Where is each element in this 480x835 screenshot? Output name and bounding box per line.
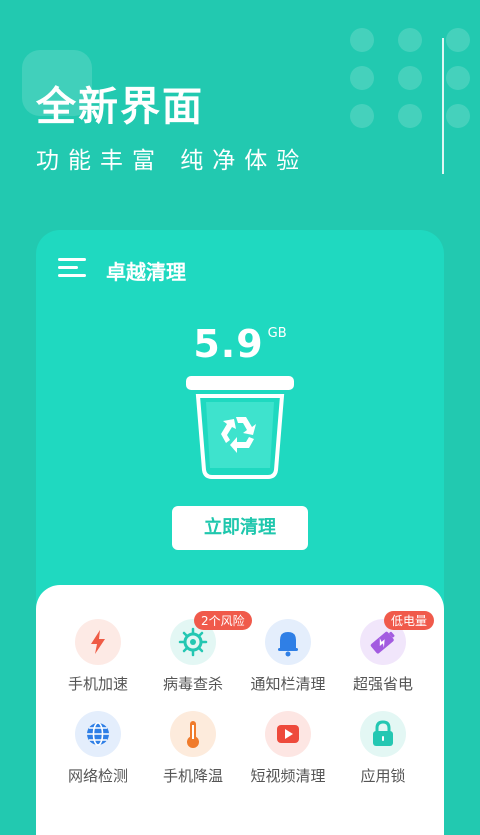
trash-can-icon (184, 374, 296, 480)
tools-panel: 手机加速 2个风险 病毒查杀 通知栏清理 低电量 超强省电 网络检测 手机降温 … (36, 585, 444, 835)
junk-size-value: 5.9 (193, 322, 264, 366)
lightning-icon (75, 619, 121, 665)
tool-label: 网络检测 (67, 767, 128, 785)
battery-icon: 低电量 (360, 611, 435, 665)
subheadline: 功能丰富 纯净体验 (36, 148, 309, 174)
app-preview-card: 卓越清理 5.9 GB 立即清理 手机加速 2个风险 病毒查杀 通知栏清理 低电… (36, 230, 444, 835)
thermometer-icon (170, 711, 216, 757)
play-icon (265, 711, 311, 757)
menu-icon[interactable] (58, 258, 88, 278)
tool-virus-scan[interactable]: 2个风险 病毒查杀 (143, 611, 252, 694)
decorative-line (442, 38, 444, 174)
tool-notification-clean[interactable]: 通知栏清理 (238, 619, 338, 694)
tool-label: 超强省电 (352, 675, 413, 693)
tool-label: 通知栏清理 (250, 675, 326, 693)
junk-size-display: 5.9 GB (36, 322, 444, 366)
tool-label: 病毒查杀 (162, 675, 223, 693)
tool-phone-cooling[interactable]: 手机降温 (143, 711, 243, 786)
tool-short-video-clean[interactable]: 短视频清理 (238, 711, 338, 786)
tool-network-check[interactable]: 网络检测 (48, 711, 148, 786)
tool-phone-boost[interactable]: 手机加速 (48, 619, 148, 694)
junk-size-unit: GB (267, 326, 287, 341)
bell-icon (265, 619, 311, 665)
clean-now-button[interactable]: 立即清理 (172, 506, 308, 550)
app-title: 卓越清理 (106, 260, 186, 284)
decorative-dots (350, 28, 480, 138)
low-battery-badge: 低电量 (384, 611, 435, 630)
lock-icon (360, 711, 406, 757)
tool-app-lock[interactable]: 应用锁 (333, 711, 433, 786)
tool-label: 手机加速 (67, 675, 128, 693)
headline: 全新界面 (36, 84, 204, 130)
virus-icon: 2个风险 (170, 611, 252, 665)
tool-power-saving[interactable]: 低电量 超强省电 (333, 611, 435, 694)
tool-label: 应用锁 (360, 767, 406, 785)
tool-label: 短视频清理 (250, 767, 326, 785)
tool-label: 手机降温 (162, 767, 223, 785)
globe-icon (75, 711, 121, 757)
